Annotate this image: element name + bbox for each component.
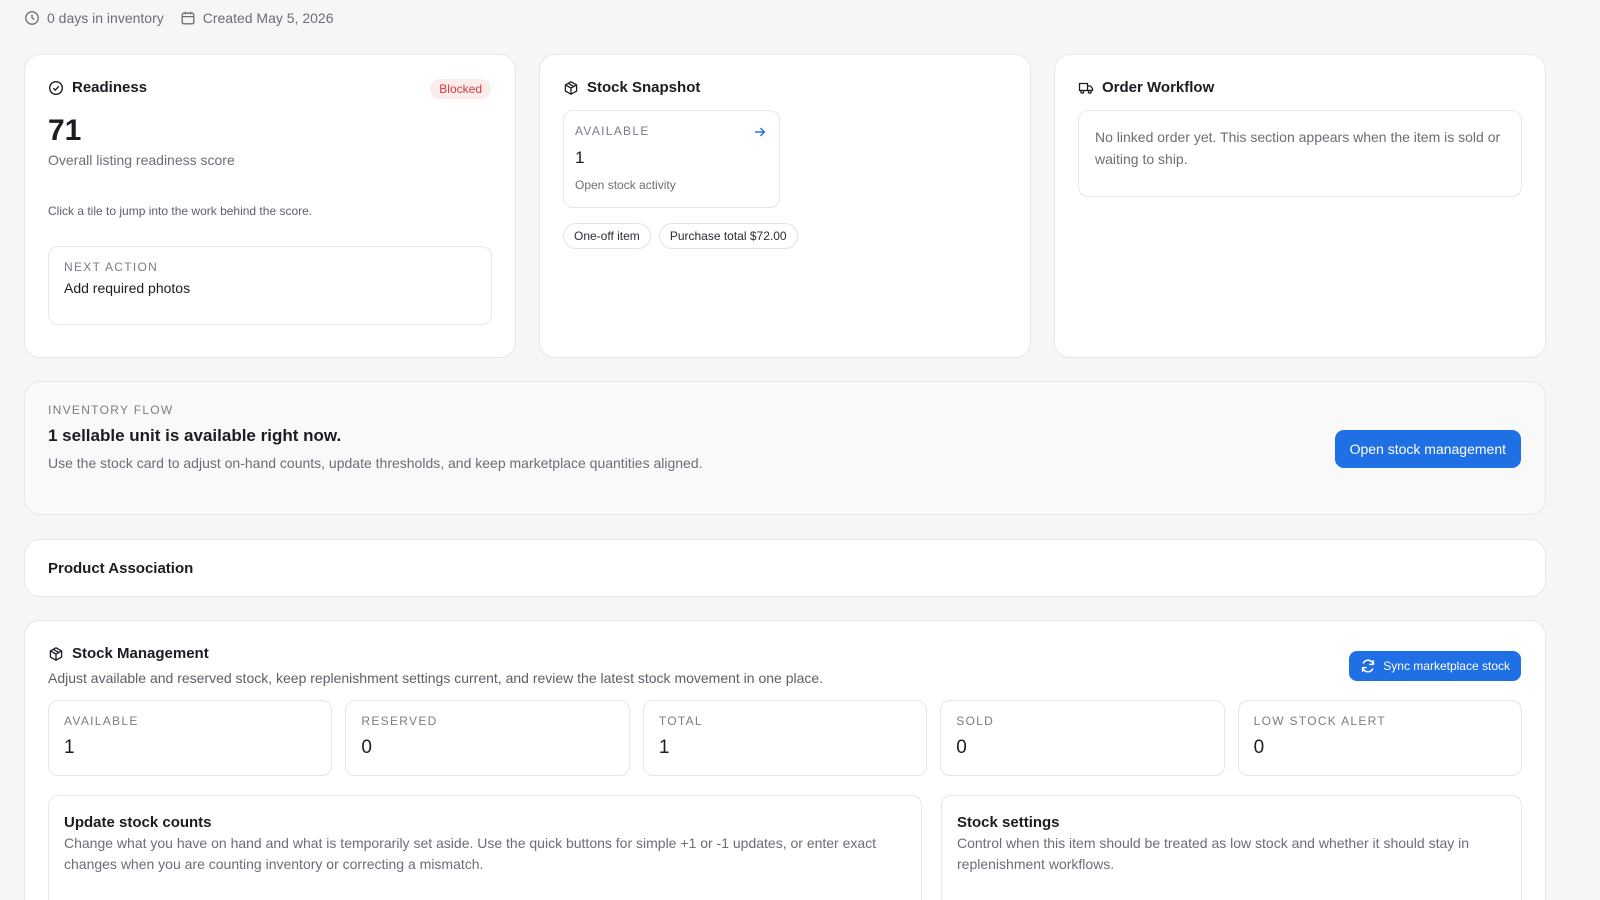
arrow-right-icon xyxy=(753,125,767,144)
inventory-flow-description: Use the stock card to adjust on-hand cou… xyxy=(48,455,703,471)
created-date-label: Created May 5, 2026 xyxy=(202,10,334,26)
readiness-title: Readiness xyxy=(72,79,148,96)
stock-snapshot-header: Stock Snapshot xyxy=(563,79,1007,96)
inventory-flow-headline: 1 sellable unit is available right now. xyxy=(48,426,342,445)
available-stock-tile[interactable]: AVAILABLE 1 Open stock activity xyxy=(563,110,780,208)
order-workflow-title: Order Workflow xyxy=(1102,79,1215,96)
stock-settings-description: Control when this item should be treated… xyxy=(957,835,1470,872)
update-stock-counts-description: Change what you have on hand and what is… xyxy=(64,835,877,872)
stat-value: 1 xyxy=(64,737,75,758)
inventory-flow-card: INVENTORY FLOW 1 sellable unit is availa… xyxy=(24,381,1546,515)
chip-one-off-item: One-off item xyxy=(563,223,651,249)
stat-value: 0 xyxy=(361,737,372,758)
days-in-inventory: 0 days in inventory xyxy=(24,10,164,26)
stat-sold: SOLD 0 xyxy=(940,700,1225,776)
stock-settings-panel: Stock settings Control when this item sh… xyxy=(941,795,1522,900)
truck-icon xyxy=(1078,80,1094,96)
stat-label: RESERVED xyxy=(361,714,438,728)
stat-reserved: RESERVED 0 xyxy=(345,700,630,776)
item-meta-bar: 0 days in inventory Created May 5, 2026 xyxy=(24,10,333,26)
next-action-tile[interactable]: NEXT ACTION Add required photos xyxy=(48,246,492,325)
status-badge: Blocked xyxy=(430,79,491,99)
stock-stats: AVAILABLE 1 RESERVED 0 TOTAL 1 SOLD 0 LO… xyxy=(48,700,1523,776)
days-in-inventory-label: 0 days in inventory xyxy=(47,10,164,26)
sync-marketplace-stock-button[interactable]: Sync marketplace stock xyxy=(1349,651,1521,681)
product-association-title: Product Association xyxy=(48,559,194,577)
open-stock-management-button[interactable]: Open stock management xyxy=(1334,430,1521,468)
readiness-hint: Click a tile to jump into the work behin… xyxy=(48,204,313,218)
available-tile-value: 1 xyxy=(575,148,585,167)
stat-available: AVAILABLE 1 xyxy=(48,700,333,776)
stock-management-card: Stock Management Adjust available and re… xyxy=(24,620,1546,900)
stat-low-stock-alert: LOW STOCK ALERT 0 xyxy=(1237,700,1523,776)
sync-button-label: Sync marketplace stock xyxy=(1383,659,1510,673)
update-stock-counts-title: Update stock counts xyxy=(64,814,212,831)
readiness-score-label: Overall listing readiness score xyxy=(48,152,235,168)
stat-label: SOLD xyxy=(956,714,995,728)
check-circle-icon xyxy=(48,80,64,96)
stat-label: TOTAL xyxy=(658,714,703,728)
clock-icon xyxy=(24,10,40,26)
stat-value: 0 xyxy=(1253,737,1265,758)
chip-purchase-total: Purchase total $72.00 xyxy=(658,223,798,249)
stat-label: AVAILABLE xyxy=(64,714,139,728)
open-stock-activity-link[interactable]: Open stock activity xyxy=(575,178,768,192)
created-date: Created May 5, 2026 xyxy=(180,10,334,26)
box-icon xyxy=(48,646,64,662)
next-action-label: NEXT ACTION xyxy=(64,260,159,274)
box-icon xyxy=(563,80,579,96)
readiness-score: 71 xyxy=(48,114,82,147)
readiness-card: Readiness Blocked 71 Overall listing rea… xyxy=(24,54,516,358)
stat-label: LOW STOCK ALERT xyxy=(1253,714,1387,728)
calendar-icon xyxy=(180,10,196,26)
order-workflow-header: Order Workflow xyxy=(1078,79,1522,96)
stock-management-title: Stock Management xyxy=(72,645,209,662)
stat-total: TOTAL 1 xyxy=(642,700,928,776)
next-action-value: Add required photos xyxy=(64,280,191,296)
stock-settings-title: Stock settings xyxy=(957,814,1060,831)
stock-snapshot-title: Stock Snapshot xyxy=(587,79,701,96)
readiness-header: Readiness xyxy=(48,79,492,96)
available-tile-label: AVAILABLE xyxy=(575,124,650,138)
stock-management-header: Stock Management xyxy=(48,645,1522,662)
stat-value: 0 xyxy=(956,737,967,758)
stock-snapshot-card: Stock Snapshot AVAILABLE 1 Open stock ac… xyxy=(539,54,1031,358)
order-workflow-card: Order Workflow No linked order yet. This… xyxy=(1054,54,1546,358)
snapshot-chips: One-off item Purchase total $72.00 xyxy=(563,223,1007,249)
order-empty-state: No linked order yet. This section appear… xyxy=(1078,110,1522,197)
refresh-icon xyxy=(1360,658,1376,674)
update-stock-counts-panel: Update stock counts Change what you have… xyxy=(48,795,922,900)
stock-management-description: Adjust available and reserved stock, kee… xyxy=(48,670,824,686)
product-association-card[interactable]: Product Association xyxy=(24,539,1546,597)
stat-value: 1 xyxy=(658,737,670,758)
inventory-flow-eyebrow: INVENTORY FLOW xyxy=(48,403,174,417)
stock-panels: Update stock counts Change what you have… xyxy=(48,795,1522,900)
